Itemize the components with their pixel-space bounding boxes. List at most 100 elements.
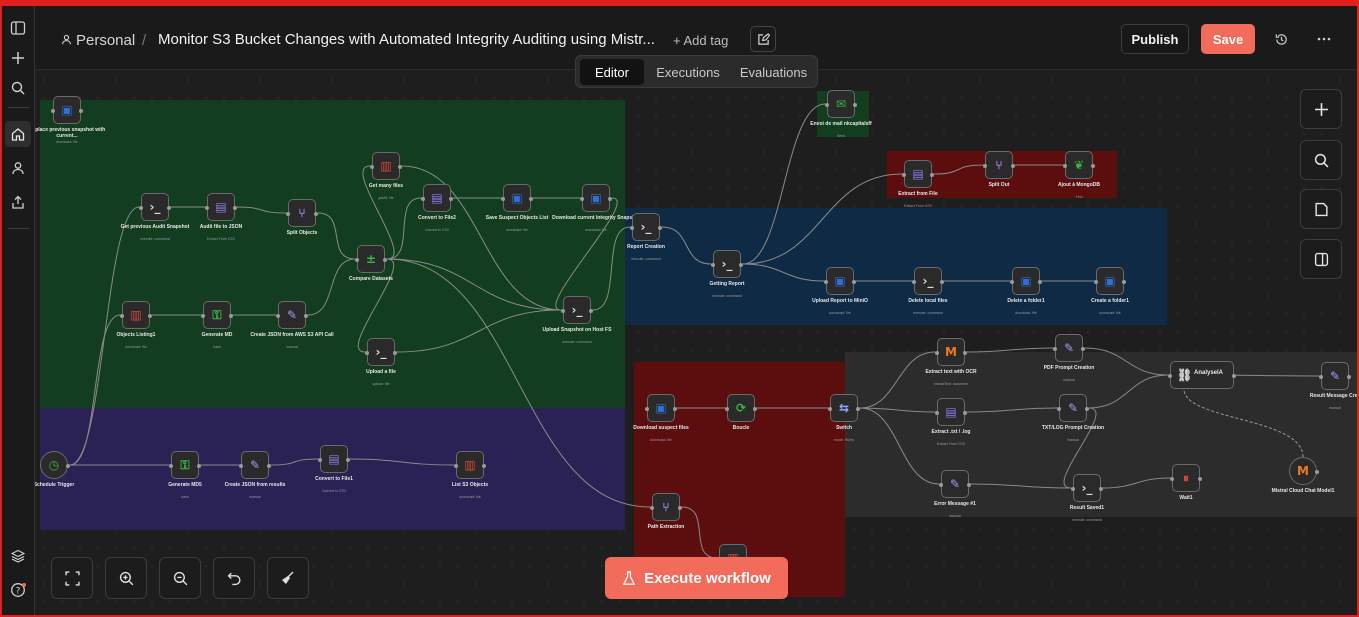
tidy-up-button[interactable] [267,557,309,599]
node-box[interactable]: ⑂ [286,199,318,227]
input-handle[interactable] [725,407,729,411]
publish-button[interactable]: Publish [1121,24,1189,54]
output-handle[interactable] [678,506,682,510]
workflow-title[interactable]: Monitor S3 Bucket Changes with Automated… [158,31,655,48]
undo-button[interactable] [213,557,255,599]
node-box[interactable]: ▣ [1094,267,1126,295]
input-handle[interactable] [139,206,143,210]
output-handle[interactable] [853,103,857,107]
node-box[interactable]: ❦ [1063,151,1095,179]
node-box[interactable]: ✎ [1319,362,1351,390]
input-handle[interactable] [912,280,916,284]
zoom-out-button[interactable] [159,557,201,599]
home-icon[interactable] [5,121,31,147]
input-handle[interactable] [935,351,939,355]
node-box[interactable]: ⚿ [201,301,233,329]
toggle-panel-button[interactable] [1300,239,1342,279]
execute-workflow-button[interactable]: Execute workflow [605,557,788,599]
node-box[interactable]: ▤ [421,184,453,212]
workflow-canvas[interactable]: ▣ Replace previous snapshot with current.… [35,71,1357,615]
output-handle[interactable] [383,258,387,262]
node-box[interactable]: ✎ [1053,334,1085,362]
node-box[interactable]: ✎ [276,301,308,329]
node-box[interactable]: ⑂ [650,493,682,521]
node-box[interactable]: ⏸ [1170,464,1202,492]
output-handle[interactable] [1081,347,1085,351]
input-handle[interactable] [201,314,205,318]
input-handle[interactable] [355,258,359,262]
output-handle[interactable] [589,309,593,313]
node-box[interactable]: ▥ [454,451,486,479]
node-box[interactable]: ✎ [239,451,271,479]
input-handle[interactable] [370,165,374,169]
input-handle[interactable] [1319,375,1323,379]
input-handle[interactable] [828,407,832,411]
node-box[interactable]: ± [355,245,387,273]
input-handle[interactable] [650,506,654,510]
output-handle[interactable] [963,351,967,355]
node-box[interactable]: ›_ [711,250,743,278]
zoom-in-button[interactable] [105,557,147,599]
input-handle[interactable] [939,483,943,487]
add-node-button[interactable] [1300,89,1342,129]
output-handle[interactable] [167,206,171,210]
share-icon[interactable] [5,189,31,215]
output-handle[interactable] [1038,280,1042,284]
output-handle[interactable] [930,173,934,177]
output-handle[interactable] [940,280,944,284]
node-box[interactable]: ▤ [205,193,237,221]
input-handle[interactable] [645,407,649,411]
output-handle[interactable] [398,165,402,169]
node-box[interactable]: ▤ [902,160,934,188]
node-box[interactable]: ›_ [630,213,662,241]
node-box[interactable]: ›_ [139,193,171,221]
output-handle[interactable] [852,280,856,284]
output-handle[interactable] [529,197,533,201]
output-handle[interactable] [658,226,662,230]
input-handle[interactable] [1063,164,1067,168]
node-box[interactable]: ⚿ [169,451,201,479]
input-handle[interactable] [711,263,715,267]
output-handle[interactable] [1315,470,1319,474]
node-box[interactable]: ▣ [645,394,677,422]
node-box[interactable]: ▣ [580,184,612,212]
output-handle[interactable] [753,407,757,411]
output-handle[interactable] [1232,374,1236,378]
node-box[interactable]: ▣ [501,184,533,212]
output-handle[interactable] [1122,280,1126,284]
input-handle[interactable] [120,314,124,318]
input-handle[interactable] [169,464,173,468]
node-box[interactable]: ›_ [912,267,944,295]
more-options-icon[interactable] [1313,28,1335,50]
input-handle[interactable] [454,464,458,468]
output-handle[interactable] [267,464,271,468]
node-box[interactable]: ✎ [1057,394,1089,422]
output-handle[interactable] [1198,477,1202,481]
node-box[interactable]: ◷ [40,451,70,479]
input-handle[interactable] [630,226,634,230]
input-handle[interactable] [1168,374,1172,378]
node-box[interactable]: ▤ [935,398,967,426]
input-handle[interactable] [902,173,906,177]
node-box[interactable]: ▥ [120,301,152,329]
input-handle[interactable] [1071,487,1075,491]
fit-view-button[interactable] [51,557,93,599]
history-icon[interactable] [1270,28,1292,50]
input-handle[interactable] [286,212,290,216]
search-nodes-button[interactable] [1300,140,1342,180]
node-box[interactable]: M [935,338,967,366]
node-box[interactable]: ›_ [1071,474,1103,502]
node-box[interactable]: ⇆ [828,394,860,422]
node-box[interactable]: ▣ [1010,267,1042,295]
input-handle[interactable] [824,280,828,284]
node-box[interactable]: ▥ [370,152,402,180]
layers-icon[interactable] [5,543,31,569]
save-button[interactable]: Save [1201,24,1255,54]
node-box[interactable]: ▣ [824,267,856,295]
add-tag-link[interactable]: + Add tag [673,33,728,48]
node-box[interactable]: ✉ [825,90,857,118]
input-handle[interactable] [501,197,505,201]
search-icon[interactable] [5,75,31,101]
output-handle[interactable] [304,314,308,318]
add-icon[interactable] [5,45,31,71]
